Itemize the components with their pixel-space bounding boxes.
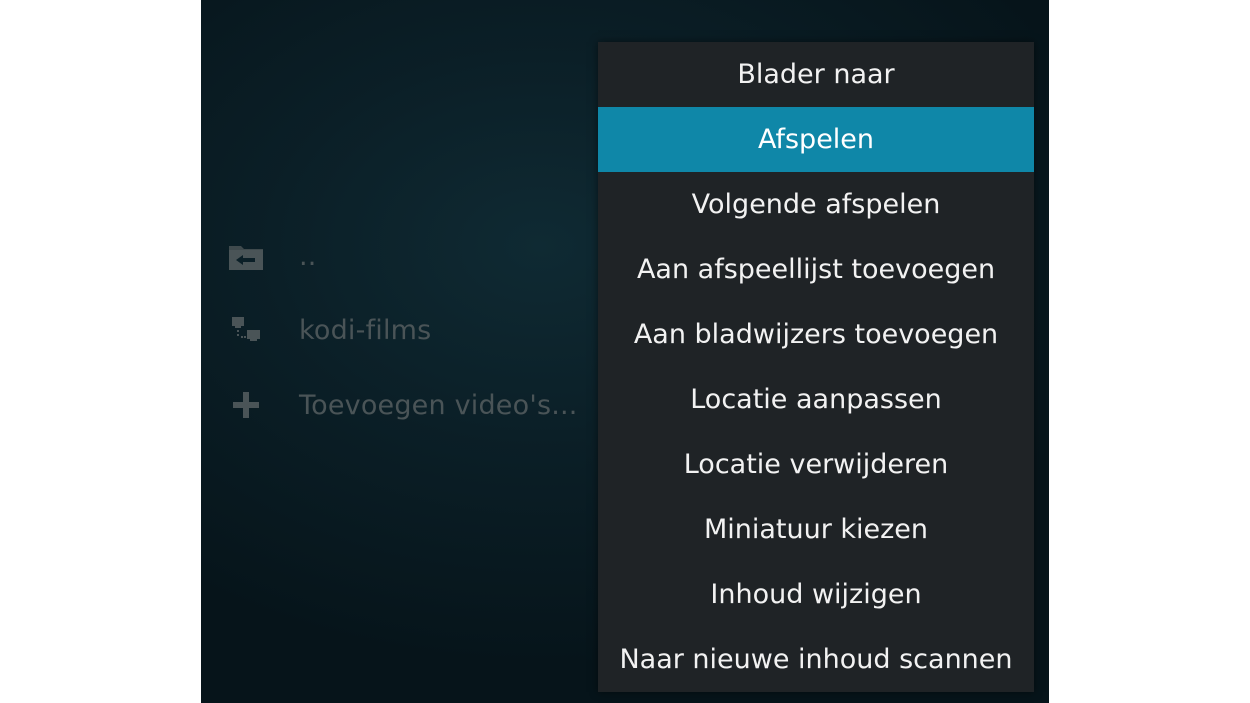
list-item-label: kodi-films [299,314,432,346]
menu-item-play[interactable]: Afspelen [598,107,1034,172]
menu-item-label: Afspelen [757,124,875,155]
menu-item-label: Locatie aanpassen [690,384,942,415]
menu-item-label: Naar nieuwe inhoud scannen [619,644,1013,675]
plus-icon [227,386,265,424]
menu-item-label: Miniatuur kiezen [703,514,929,545]
folder-back-icon [227,237,265,275]
list-item-parent-folder[interactable]: .. [227,236,317,276]
context-menu: Blader naar Afspelen Volgende afspelen A… [598,42,1034,692]
menu-item-edit-source[interactable]: Locatie aanpassen [598,367,1034,432]
menu-item-play-next[interactable]: Volgende afspelen [598,172,1034,237]
menu-item-label: Volgende afspelen [691,189,941,220]
menu-item-add-to-bookmarks[interactable]: Aan bladwijzers toevoegen [598,302,1034,367]
menu-item-scan-for-new-content[interactable]: Naar nieuwe inhoud scannen [598,627,1034,692]
menu-item-label: Aan bladwijzers toevoegen [633,319,999,350]
menu-item-browse-to[interactable]: Blader naar [598,42,1034,107]
menu-item-label: Blader naar [737,59,895,90]
kodi-window: .. kodi-films Toevoegen video's... Blade… [201,0,1049,703]
menu-item-label: Aan afspeellijst toevoegen [636,254,996,285]
list-item-label: Toevoegen video's... [299,389,578,421]
network-share-icon [227,311,265,349]
menu-item-set-content[interactable]: Inhoud wijzigen [598,562,1034,627]
menu-item-label: Inhoud wijzigen [710,579,922,610]
menu-item-choose-thumbnail[interactable]: Miniatuur kiezen [598,497,1034,562]
list-item-label: .. [299,240,317,272]
menu-item-label: Locatie verwijderen [683,449,949,480]
file-list: .. kodi-films Toevoegen video's... [201,0,601,703]
menu-item-remove-source[interactable]: Locatie verwijderen [598,432,1034,497]
list-item-add-videos[interactable]: Toevoegen video's... [227,385,578,425]
list-item-kodi-films[interactable]: kodi-films [227,310,431,350]
menu-item-add-to-playlist[interactable]: Aan afspeellijst toevoegen [598,237,1034,302]
